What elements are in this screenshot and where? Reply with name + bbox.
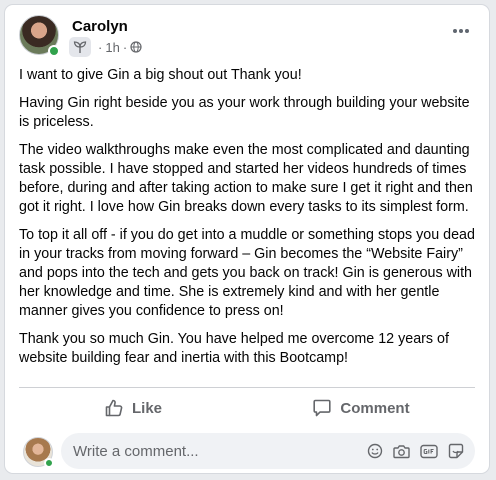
comment-composer	[19, 433, 475, 471]
globe-icon[interactable]	[130, 41, 142, 53]
author-name[interactable]: Carolyn	[72, 18, 128, 35]
sticker-icon[interactable]	[442, 433, 469, 469]
more-horizontal-icon[interactable]	[447, 21, 475, 41]
comment-box	[61, 433, 475, 469]
comment-icon	[313, 399, 332, 417]
like-label: Like	[131, 399, 162, 417]
post-header: Carolyn · 1h ·	[19, 15, 475, 61]
gif-icon[interactable]	[415, 433, 442, 469]
comment-button[interactable]: Comment	[247, 391, 475, 425]
online-status-indicator	[44, 458, 54, 468]
post-paragraph: Thank you so much Gin. You have helped m…	[19, 331, 449, 366]
post-card: Carolyn · 1h · I want to give Gin a big …	[4, 4, 490, 474]
comment-tools	[361, 433, 469, 469]
post-paragraph: I want to give Gin a big shout out Thank…	[19, 67, 302, 83]
camera-icon[interactable]	[388, 433, 415, 469]
seedling-icon[interactable]	[69, 37, 91, 57]
emoji-icon[interactable]	[361, 433, 388, 469]
post-meta: · 1h ·	[69, 37, 142, 57]
actions-divider	[19, 387, 475, 388]
post-time[interactable]: 1h	[105, 40, 119, 55]
post-paragraph: The video walkthroughs make even the mos…	[19, 142, 473, 215]
like-button[interactable]: Like	[19, 391, 247, 425]
meta-separator: ·	[98, 39, 103, 55]
post-paragraph: To top it all off - if you do get into a…	[19, 227, 475, 319]
post-paragraph: Having Gin right beside you as your work…	[19, 95, 470, 130]
post-actions: Like Comment	[19, 391, 475, 425]
post-body: I want to give Gin a big shout out Thank…	[19, 66, 481, 377]
meta-separator: ·	[122, 39, 128, 55]
online-status-indicator	[48, 45, 60, 57]
comment-input[interactable]	[73, 433, 343, 469]
comment-label: Comment	[340, 399, 410, 417]
thumbs-up-icon	[105, 399, 123, 417]
